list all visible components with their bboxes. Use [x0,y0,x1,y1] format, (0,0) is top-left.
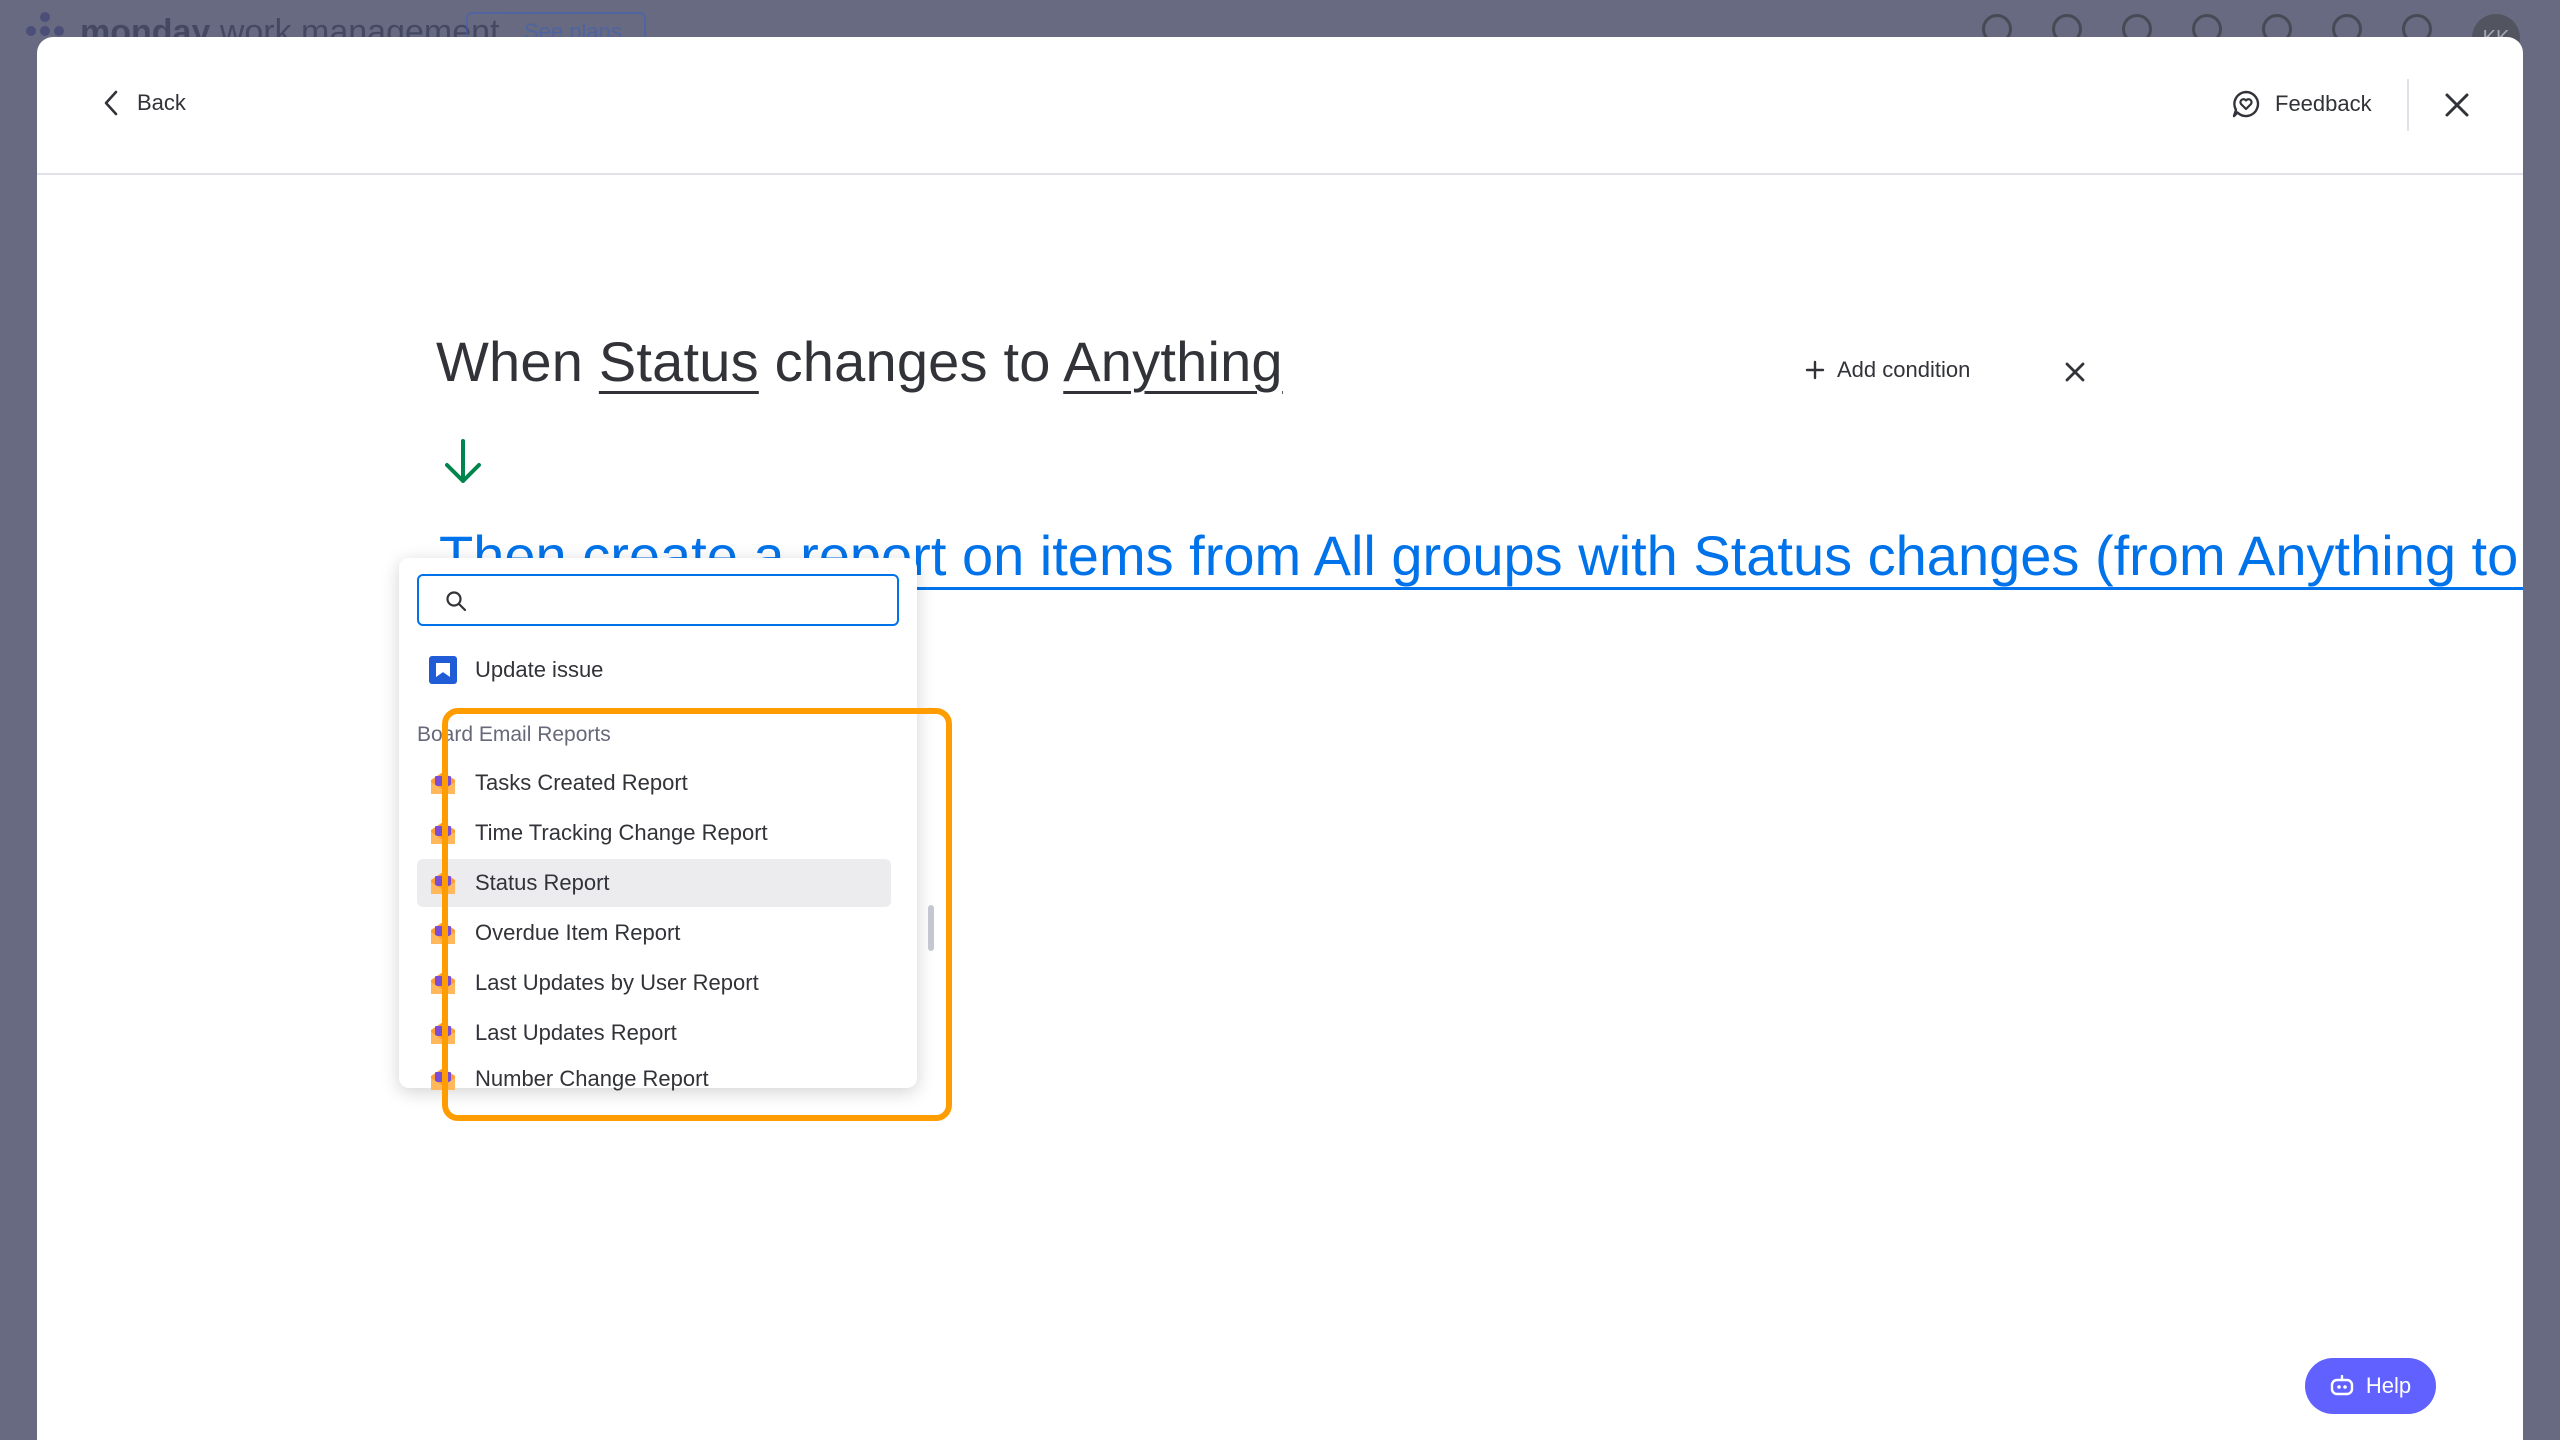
modal-header: Back Feedback [37,37,2523,175]
close-icon[interactable] [2441,89,2473,121]
plus-icon [1805,360,1825,380]
add-condition-label: Add condition [1837,357,1971,382]
dropdown-item-label: Update issue [475,657,604,682]
email-report-icon [431,1022,455,1044]
dropdown-item-label: Number Change Report [475,1066,709,1091]
help-button[interactable]: Help [2305,1358,2436,1414]
back-label: Back [137,90,186,115]
dropdown-item-label: Last Updates by User Report [475,970,759,995]
dropdown-item-update-issue[interactable]: Update issue [417,646,891,694]
dropdown-item-label: Overdue Item Report [475,920,681,945]
action-dropdown: Update issue Board Email Reports Tasks C… [399,558,917,1091]
trigger-sentence: When Status changes to Anything [436,329,1283,394]
dropdown-item-tasks-created-report[interactable]: Tasks Created Report [417,759,891,807]
dropdown-scrollbar[interactable] [928,905,934,951]
arrow-down-icon [445,439,481,483]
email-report-icon [431,922,455,944]
email-report-icon [431,822,455,844]
search-icon [446,591,467,612]
add-condition-button[interactable]: Add condition [1805,357,1970,383]
jira-icon [429,656,457,684]
bot-icon [2330,1375,2354,1396]
trigger-field-status[interactable]: Status [599,330,759,393]
dropdown-item-status-report[interactable]: Status Report [417,859,891,907]
dropdown-item-label: Time Tracking Change Report [475,820,768,845]
dropdown-item-label: Status Report [475,870,610,895]
back-button[interactable]: Back [103,89,186,117]
dropdown-item-number-change-report[interactable]: Number Change Report [417,1059,891,1099]
feedback-button[interactable]: Feedback [2231,89,2372,119]
remove-condition-icon[interactable] [2062,359,2088,385]
dropdown-item-label: Last Updates Report [475,1020,677,1045]
feedback-icon [2232,90,2260,118]
dropdown-group-label: Board Email Reports [417,723,611,746]
changes-to-text: changes to [774,330,1051,393]
help-label: Help [2365,1373,2412,1398]
dropdown-item-overdue-item-report[interactable]: Overdue Item Report [417,909,891,957]
dropdown-item-last-updates-by-user-report[interactable]: Last Updates by User Report [417,959,891,1007]
email-report-icon [431,1068,455,1090]
trigger-value-anything[interactable]: Anything [1063,330,1283,393]
email-report-icon [431,972,455,994]
dropdown-item-time-tracking-change-report[interactable]: Time Tracking Change Report [417,809,891,857]
email-report-icon [431,872,455,894]
chevron-left-icon [104,90,118,116]
search-input[interactable] [479,584,879,616]
dropdown-item-last-updates-report[interactable]: Last Updates Report [417,1009,891,1057]
email-report-icon [431,772,455,794]
background-topbar: monday work management See plans KK [0,0,2560,62]
dropdown-item-label: Tasks Created Report [475,770,688,795]
when-text: When [436,330,584,393]
header-divider [2407,79,2409,131]
feedback-label: Feedback [2275,91,2372,116]
search-field[interactable] [417,574,899,626]
